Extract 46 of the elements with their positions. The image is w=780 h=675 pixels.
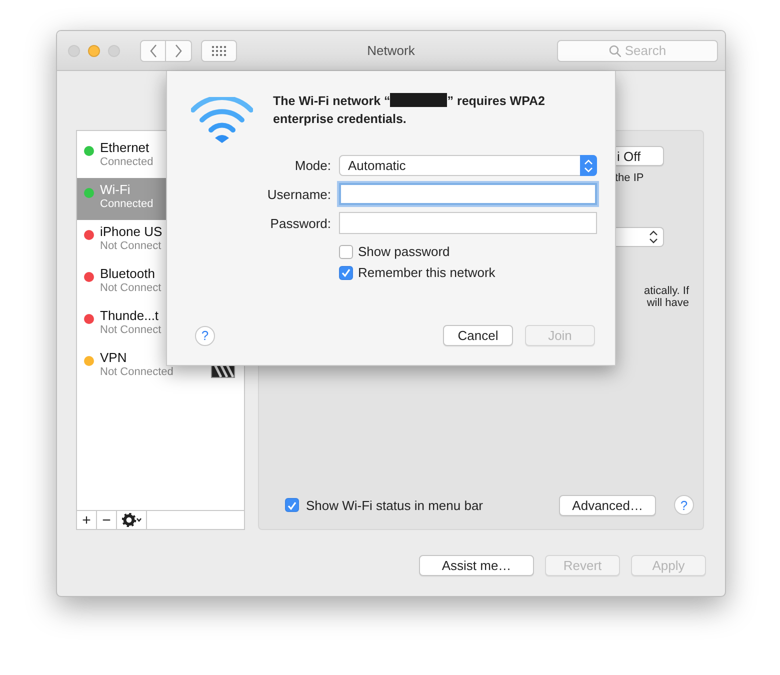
help-button[interactable]: ? <box>195 326 215 346</box>
checkbox-label[interactable]: Remember this network <box>358 265 496 280</box>
service-status: Not Connect <box>100 281 162 295</box>
grid-icon <box>212 46 226 56</box>
search-icon <box>608 44 621 56</box>
service-status: Not Connect <box>100 323 162 337</box>
back-icon <box>148 44 158 58</box>
status-text: the IP <box>615 172 645 184</box>
forward-icon <box>174 44 183 58</box>
field-label: Password: <box>269 216 331 230</box>
back-button[interactable] <box>140 40 166 62</box>
service-status: Connected <box>100 197 154 211</box>
field-label: Username: <box>266 186 331 202</box>
password-field[interactable] <box>339 212 597 234</box>
info-text: will have <box>646 297 689 309</box>
service-name[interactable]: Ethernet <box>100 140 154 155</box>
forward-button[interactable] <box>166 40 192 62</box>
wifi-power-button[interactable]: i Off <box>615 146 664 166</box>
checkbox[interactable] <box>339 244 353 258</box>
wifi-icon <box>191 97 253 145</box>
mode-dropdown[interactable]: Automatic <box>339 155 597 176</box>
checkbox[interactable] <box>285 498 299 512</box>
help-button[interactable]: ? <box>674 495 694 515</box>
checkbox-label[interactable]: Show password <box>358 244 450 259</box>
service-status: Connected <box>100 155 154 169</box>
network-name-dropdown[interactable] <box>615 227 664 247</box>
service-status: Not Connected <box>100 365 174 379</box>
gear-icon <box>122 513 142 527</box>
checkbox-label[interactable]: Show Wi-Fi status in menu bar <box>306 498 552 512</box>
service-name[interactable]: Thunde...t <box>100 308 162 323</box>
stepper-icon <box>584 158 593 172</box>
dialog-button[interactable]: Cancel <box>443 325 513 346</box>
window-title: Network <box>367 43 415 58</box>
info-text: atically. If <box>642 285 689 297</box>
stepper-icon <box>649 230 658 244</box>
service-name[interactable]: iPhone US <box>100 224 162 239</box>
minimize-button[interactable] <box>88 44 100 56</box>
advanced-button[interactable]: Advanced… <box>559 494 656 516</box>
service-status: Not Connect <box>100 239 162 253</box>
dialog-message: The Wi-Fi network “ ” requires WPA2 enterprise credentials. <box>273 92 546 128</box>
field-label: Mode: <box>294 158 331 173</box>
footer-button[interactable]: Assist me… <box>419 555 534 576</box>
show-all-button[interactable] <box>201 40 237 62</box>
checkbox[interactable] <box>339 266 353 280</box>
service-name[interactable]: Bluetooth <box>100 266 162 281</box>
username-field[interactable] <box>339 183 597 205</box>
